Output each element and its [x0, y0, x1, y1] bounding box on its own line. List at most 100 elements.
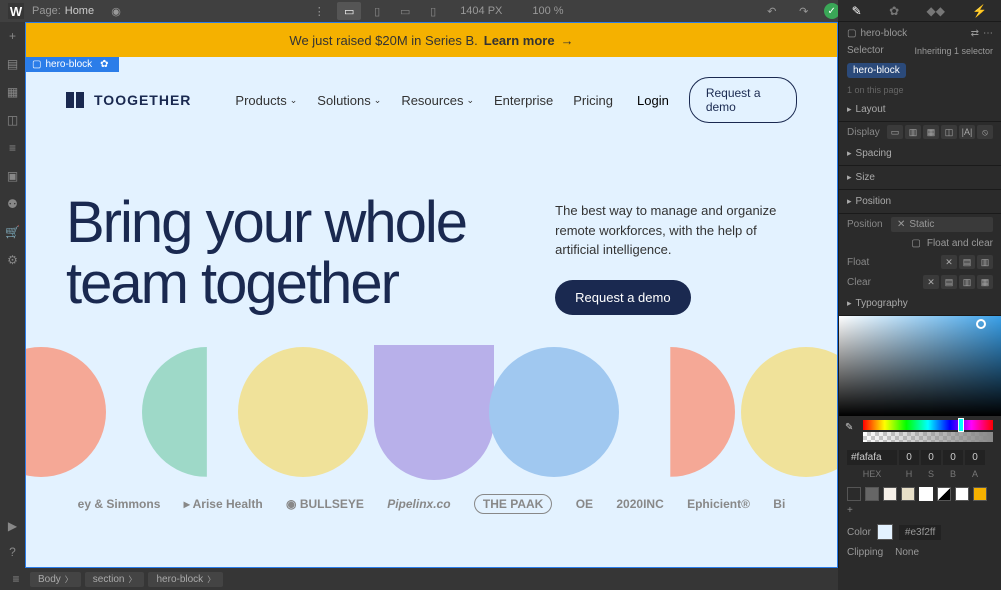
float-left-icon[interactable]: ▤ [959, 255, 975, 269]
saturation-lightness-picker[interactable] [839, 316, 1001, 416]
pages-icon[interactable]: ▤ [5, 56, 21, 72]
swatch[interactable] [937, 487, 951, 501]
hero-demo-button[interactable]: Request a demo [555, 280, 690, 315]
style-tab-icon[interactable]: ✎ [852, 4, 862, 18]
swatch[interactable] [883, 487, 897, 501]
hero-subtitle: The best way to manage and organize remo… [555, 201, 797, 260]
panel-menu-icon[interactable]: ⇄ [971, 28, 979, 39]
alpha-slider[interactable] [863, 432, 993, 442]
selection-tag[interactable]: ▢hero-block✿ [26, 57, 119, 72]
eyedropper-icon[interactable]: ✎ [845, 422, 853, 433]
mobile-icon[interactable]: ▯ [421, 2, 445, 20]
nav-resources[interactable]: Resources ⌄ [401, 93, 474, 108]
position-select[interactable]: ✕Static [891, 217, 993, 232]
banner-link[interactable]: Learn more [484, 33, 555, 48]
b-input[interactable]: 0 [943, 450, 963, 465]
interactions-tab-icon[interactable]: ◆◆ [927, 4, 945, 18]
nav-pricing[interactable]: Pricing [573, 93, 613, 108]
panel-more-icon[interactable]: ⋯ [983, 28, 993, 39]
cms-icon[interactable]: ≡ [5, 140, 21, 156]
selection-settings-icon[interactable]: ✿ [96, 59, 112, 70]
swatch[interactable] [919, 487, 933, 501]
nav-enterprise[interactable]: Enterprise [494, 93, 553, 108]
settings-tab-icon[interactable]: ✿ [889, 4, 899, 18]
swatch[interactable] [973, 487, 987, 501]
site-nav: TOOGETHER Products ⌄ Solutions ⌄ Resourc… [26, 57, 837, 143]
redo-icon[interactable]: ↷ [794, 1, 814, 21]
arrow-right-icon: → [561, 33, 574, 48]
swatch[interactable] [865, 487, 879, 501]
navigator-icon[interactable]: ▦ [5, 84, 21, 100]
logic-icon[interactable]: ⚙ [5, 252, 21, 268]
selector-tag[interactable]: hero-block [847, 63, 906, 78]
announcement-banner[interactable]: We just raised $20M in Series B. Learn m… [26, 23, 837, 57]
s-input[interactable]: 0 [921, 450, 941, 465]
display-block-icon[interactable]: ▭ [887, 125, 903, 139]
size-header[interactable]: Size [847, 172, 993, 183]
display-inline-block-icon[interactable]: ◫ [941, 125, 957, 139]
color-value[interactable]: #e3f2ff [899, 525, 941, 540]
client-logo: THE PAAK [474, 494, 552, 514]
spacing-header[interactable]: Spacing [847, 148, 993, 159]
crumb-body[interactable]: Body〉 [30, 572, 81, 587]
nav-products[interactable]: Products ⌄ [235, 93, 297, 108]
display-none-icon[interactable]: ⦸ [977, 125, 993, 139]
hex-label: HEX [847, 469, 897, 479]
crumb-section[interactable]: section〉 [85, 572, 145, 587]
assets-icon[interactable]: ▣ [5, 168, 21, 184]
more-menu-icon[interactable]: ⋮ [309, 1, 329, 21]
chevron-down-icon: ⌄ [374, 95, 382, 106]
page-name[interactable]: Home [65, 5, 94, 17]
help-icon[interactable]: ? [5, 544, 21, 560]
login-link[interactable]: Login [637, 93, 669, 108]
ecommerce-icon[interactable]: 🛒 [5, 224, 21, 240]
add-element-icon[interactable]: + [5, 28, 21, 44]
clipping-value[interactable]: None [895, 547, 919, 558]
device-switcher: ▭ ▯ ▭ ▯ [337, 2, 445, 20]
canvas[interactable]: We just raised $20M in Series B. Learn m… [25, 22, 838, 568]
float-right-icon[interactable]: ▥ [977, 255, 993, 269]
display-flex-icon[interactable]: ▥ [905, 125, 921, 139]
video-icon[interactable]: ▶ [5, 518, 21, 534]
nav-solutions[interactable]: Solutions ⌄ [317, 93, 381, 108]
layout-header[interactable]: Layout [847, 104, 993, 115]
clear-none-icon[interactable]: ✕ [923, 275, 939, 289]
s-label: S [921, 469, 941, 479]
site-logo[interactable]: TOOGETHER [66, 92, 191, 108]
app-logo[interactable]: W [8, 3, 24, 19]
a-input[interactable]: 0 [965, 450, 985, 465]
typography-header[interactable]: Typography [847, 298, 993, 309]
color-chip[interactable] [877, 524, 893, 540]
clear-both-icon[interactable]: ▦ [977, 275, 993, 289]
clear-right-icon[interactable]: ▥ [959, 275, 975, 289]
clear-left-icon[interactable]: ▤ [941, 275, 957, 289]
color-cursor[interactable] [976, 319, 986, 329]
h-input[interactable]: 0 [899, 450, 919, 465]
color-picker: ✎ #fafafa 0 0 0 0 HEX H S B A + [839, 316, 1001, 561]
position-label: Position [847, 219, 887, 230]
nav-demo-button[interactable]: Request a demo [689, 77, 797, 123]
add-swatch-icon[interactable]: + [847, 505, 853, 516]
clipping-label: Clipping [847, 547, 883, 558]
swatch[interactable] [847, 487, 861, 501]
tablet-portrait-icon[interactable]: ▭ [393, 2, 417, 20]
position-header[interactable]: Position [847, 196, 993, 207]
display-grid-icon[interactable]: ▦ [923, 125, 939, 139]
swatch[interactable] [955, 487, 969, 501]
desktop-icon[interactable]: ▭ [337, 2, 361, 20]
nav-toggle-icon[interactable]: ≡ [8, 571, 24, 587]
display-inline-icon[interactable]: |A| [959, 125, 975, 139]
float-none-icon[interactable]: ✕ [941, 255, 957, 269]
chevron-down-icon: ⌄ [290, 95, 298, 106]
client-logo: OE [576, 497, 593, 511]
tablet-icon[interactable]: ▯ [365, 2, 389, 20]
components-icon[interactable]: ◫ [5, 112, 21, 128]
crumb-hero-block[interactable]: hero-block〉 [148, 572, 223, 587]
undo-icon[interactable]: ↶ [762, 1, 782, 21]
swatch[interactable] [901, 487, 915, 501]
preview-icon[interactable]: ◉ [106, 1, 126, 21]
users-icon[interactable]: ⚉ [5, 196, 21, 212]
effects-tab-icon[interactable]: ⚡ [972, 4, 987, 18]
hex-input[interactable]: #fafafa [847, 450, 897, 465]
hue-slider[interactable] [863, 420, 993, 430]
